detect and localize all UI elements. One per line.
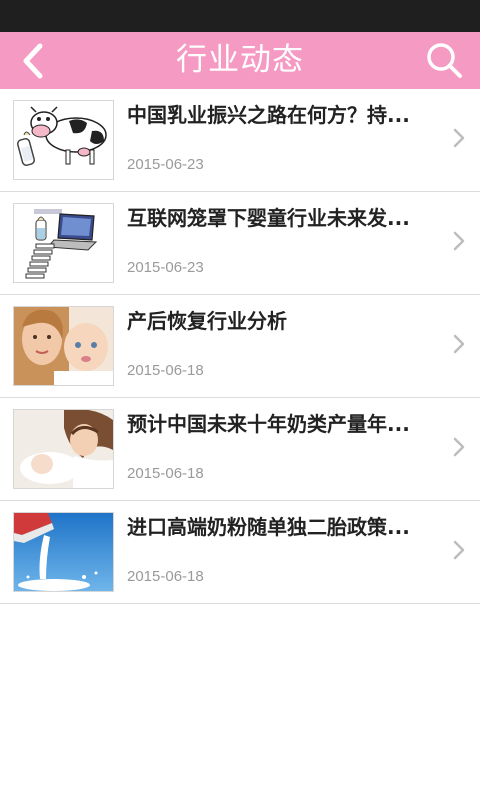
news-item[interactable]: 互联网笼罩下婴童行业未来发... 2015-06-23 — [0, 192, 480, 295]
back-button[interactable] — [14, 40, 58, 82]
news-thumbnail — [13, 306, 114, 386]
laptop-bottle-image — [14, 204, 113, 282]
news-date: 2015-06-18 — [127, 362, 204, 379]
status-bar — [0, 0, 480, 32]
mother-sleeping-baby-image — [14, 410, 113, 488]
news-title: 产后恢复行业分析 — [127, 309, 287, 333]
news-date: 2015-06-23 — [127, 156, 204, 173]
news-list: 中国乳业振兴之路在何方？持... 2015-06-23 互联网笼罩下婴童行业未来… — [0, 89, 480, 604]
milk-splash-image — [14, 513, 113, 591]
chevron-right-icon — [453, 128, 465, 148]
mother-baby-image — [14, 307, 113, 385]
search-button[interactable] — [422, 38, 468, 84]
news-item[interactable]: 中国乳业振兴之路在何方？持... 2015-06-23 — [0, 89, 480, 192]
search-icon — [427, 43, 462, 78]
news-date: 2015-06-23 — [127, 259, 204, 276]
news-item[interactable]: 预计中国未来十年奶类产量年... 2015-06-18 — [0, 398, 480, 501]
chevron-right-icon — [453, 437, 465, 457]
news-date: 2015-06-18 — [127, 568, 204, 585]
app-header: 行业动态 — [0, 32, 480, 90]
news-thumbnail — [13, 203, 114, 283]
news-title: 进口高端奶粉随单独二胎政策... — [127, 515, 410, 539]
page-title: 行业动态 — [176, 42, 304, 78]
news-date: 2015-06-18 — [127, 465, 204, 482]
news-item[interactable]: 产后恢复行业分析 2015-06-18 — [0, 295, 480, 398]
news-thumbnail — [13, 409, 114, 489]
news-thumbnail — [13, 512, 114, 592]
chevron-right-icon — [453, 231, 465, 251]
news-thumbnail — [13, 100, 114, 180]
chevron-right-icon — [453, 334, 465, 354]
chevron-left-icon — [23, 43, 43, 79]
news-item[interactable]: 进口高端奶粉随单独二胎政策... 2015-06-18 — [0, 501, 480, 604]
news-title: 互联网笼罩下婴童行业未来发... — [127, 206, 410, 230]
cow-bottle-image — [14, 101, 113, 179]
news-title: 中国乳业振兴之路在何方？持... — [127, 103, 410, 127]
news-title: 预计中国未来十年奶类产量年... — [127, 412, 410, 436]
chevron-right-icon — [453, 540, 465, 560]
